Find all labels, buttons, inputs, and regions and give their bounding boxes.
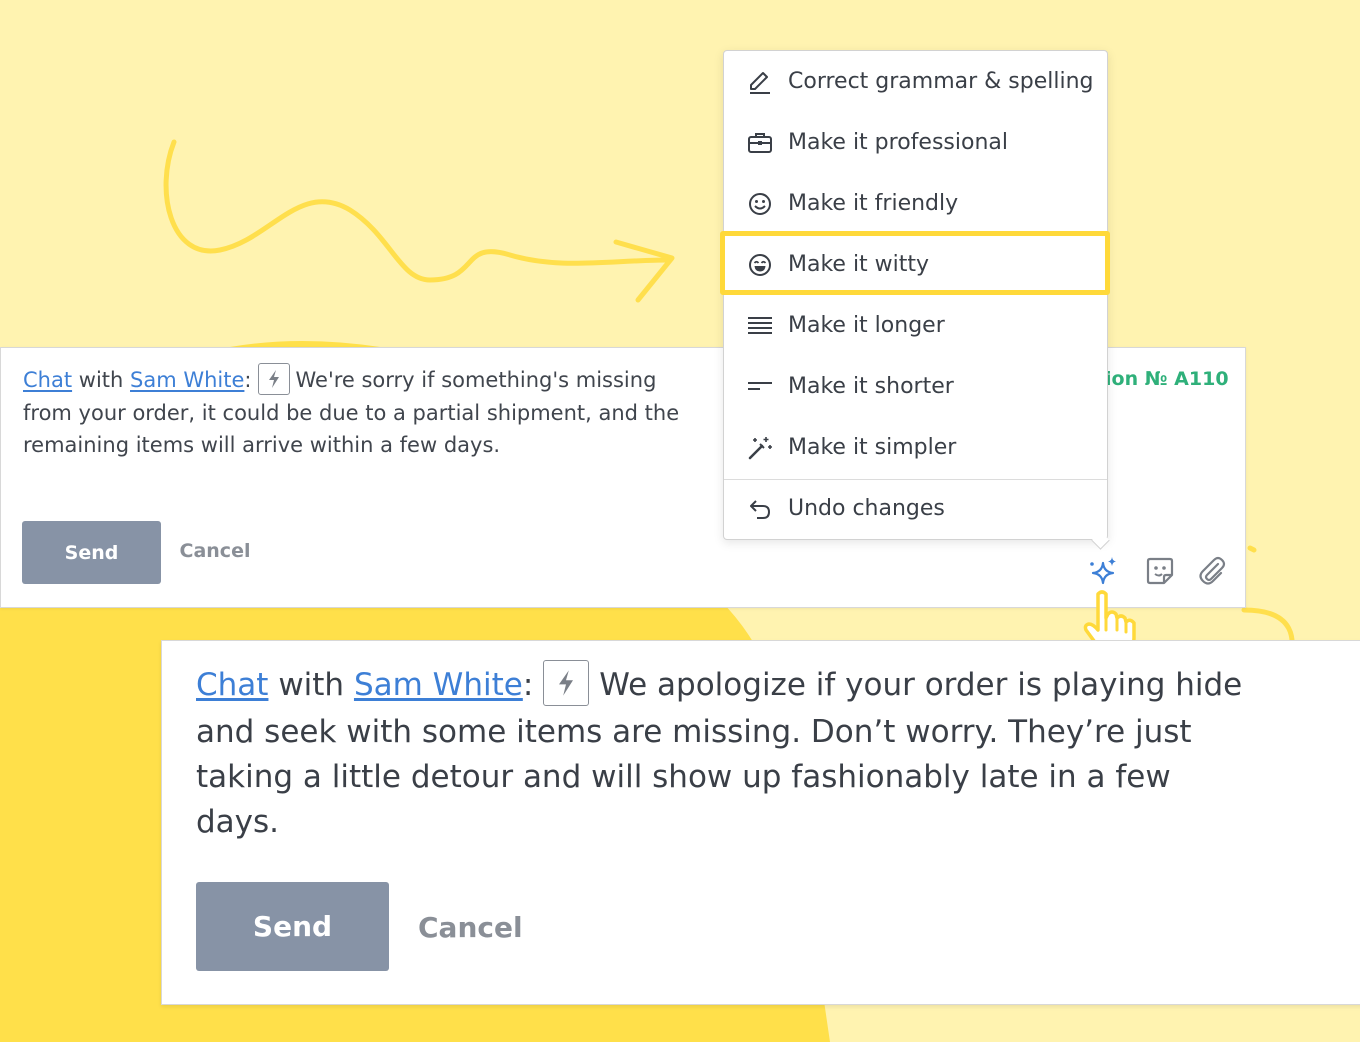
menu-item-label: Make it simpler (788, 435, 957, 460)
contact-link[interactable]: Sam White (354, 667, 523, 703)
ai-rewrite-menu: Correct grammar & spelling Make it profe… (720, 50, 1110, 550)
send-button[interactable]: Send (22, 521, 161, 584)
menu-item-make-friendly[interactable]: Make it friendly (724, 173, 1107, 234)
magic-wand-icon (746, 434, 774, 462)
ai-sparkle-icon[interactable] (1087, 555, 1119, 587)
cancel-button[interactable]: Cancel (412, 903, 523, 951)
chat-link[interactable]: Chat (23, 368, 72, 392)
colon: : (522, 667, 534, 703)
pencil-icon (746, 68, 774, 96)
menu-item-label: Make it friendly (788, 191, 959, 216)
with-text: with (78, 368, 124, 392)
smile-icon (746, 190, 774, 218)
rewritten-message: We apologize if your order is playing hi… (196, 667, 1243, 840)
menu-item-label: Correct grammar & spelling (788, 69, 1094, 94)
paperclip-icon[interactable] (1196, 555, 1228, 587)
order-reference: ion № A110 (1105, 368, 1229, 390)
menu-item-label: Make it shorter (788, 374, 954, 399)
lightning-icon[interactable] (257, 363, 290, 395)
menu-item-label: Make it longer (788, 313, 945, 338)
squiggle-arrow (163, 139, 675, 303)
menu-item-undo-changes[interactable]: Undo changes (724, 478, 1107, 539)
message-text-area[interactable]: Chat with Sam White: We apologize if you… (196, 659, 1256, 845)
chat-link[interactable]: Chat (196, 667, 268, 703)
undo-icon (746, 495, 774, 523)
menu-item-make-shorter[interactable]: Make it shorter (724, 356, 1107, 417)
lines-long-icon (746, 312, 774, 340)
menu-item-label: Make it professional (788, 130, 1008, 155)
colon: : (244, 368, 252, 392)
with-text: with (278, 667, 345, 703)
sticker-icon[interactable] (1144, 555, 1176, 587)
cancel-button[interactable]: Cancel (167, 531, 263, 571)
send-button[interactable]: Send (196, 882, 389, 971)
menu-item-label: Undo changes (788, 496, 945, 521)
menu-item-make-professional[interactable]: Make it professional (724, 112, 1107, 173)
menu-item-make-longer[interactable]: Make it longer (724, 295, 1107, 356)
contact-link[interactable]: Sam White (130, 368, 244, 392)
rewritten-message-composer: Chat with Sam White: We apologize if you… (161, 640, 1360, 1005)
menu-item-correct-grammar[interactable]: Correct grammar & spelling (724, 51, 1107, 112)
briefcase-icon (746, 129, 774, 157)
message-text-area[interactable]: Chat with Sam White: We're sorry if some… (23, 363, 703, 461)
selected-item-highlight (720, 231, 1110, 295)
lines-short-icon (746, 373, 774, 401)
lightning-icon[interactable] (543, 659, 590, 706)
menu-item-make-simpler[interactable]: Make it simpler (724, 417, 1107, 478)
